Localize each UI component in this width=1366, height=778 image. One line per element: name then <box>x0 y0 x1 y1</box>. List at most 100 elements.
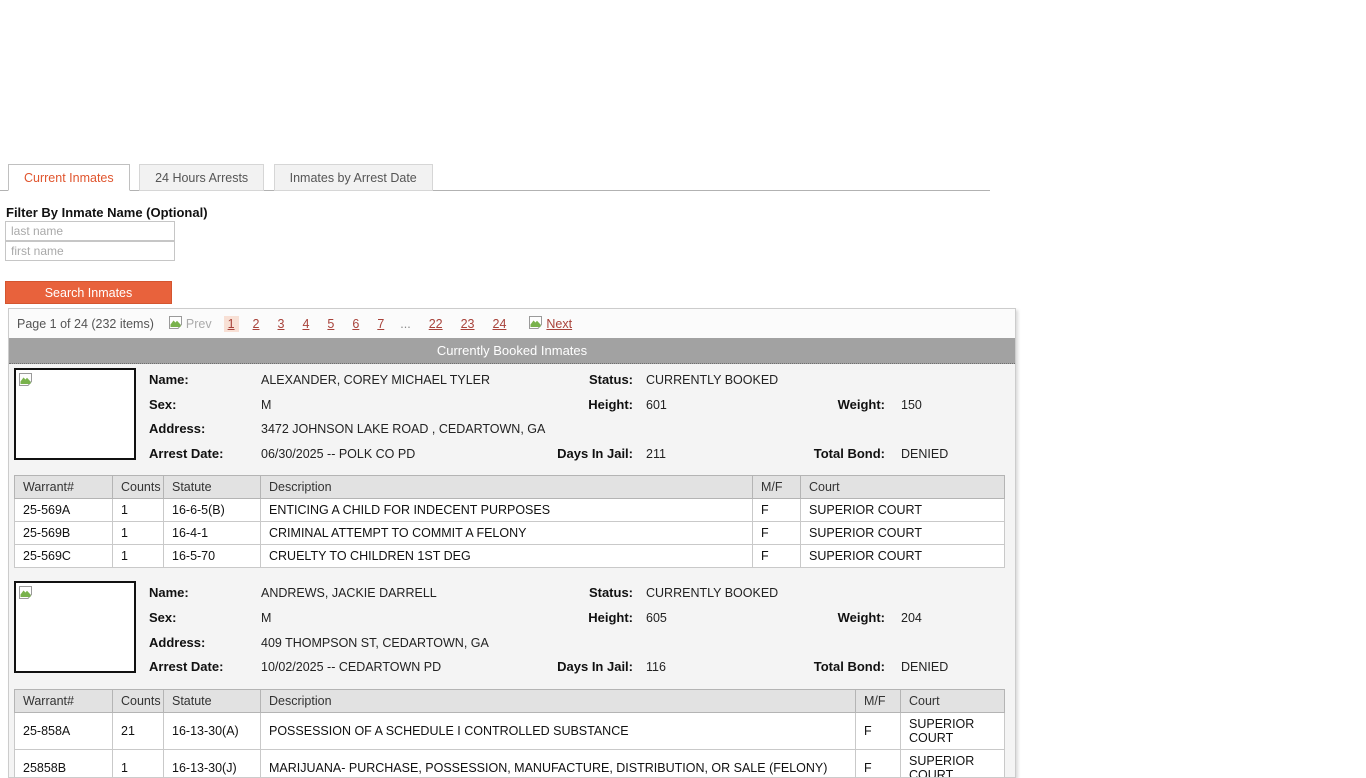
inmate-name: ALEXANDER, COREY MICHAEL TYLER <box>261 368 546 393</box>
name-label: Name: <box>149 368 261 393</box>
counts-cell: 1 <box>113 522 164 545</box>
sex-label: Sex: <box>149 393 261 418</box>
charge-row: 25858B 1 16-13-30(J) MARIJUANA- PURCHASE… <box>15 749 1005 778</box>
inmate-arrest-date: 06/30/2025 -- POLK CO PD <box>261 442 546 467</box>
address-label: Address: <box>149 417 261 442</box>
charges-header-row: Warrant# Counts Statute Description M/F … <box>15 689 1005 712</box>
height-label: Height: <box>546 606 633 631</box>
description-cell: CRIMINAL ATTEMPT TO COMMIT A FELONY <box>261 522 753 545</box>
page-link-4[interactable]: 4 <box>298 316 313 332</box>
page-link-6[interactable]: 6 <box>348 316 363 332</box>
inmate-days-in-jail: 116 <box>633 655 811 680</box>
inmate-arrest-date: 10/02/2025 -- CEDARTOWN PD <box>261 655 546 680</box>
days-in-jail-label: Days In Jail: <box>546 442 633 467</box>
page-link-1[interactable]: 1 <box>224 316 239 332</box>
inmate-status: CURRENTLY BOOKED <box>633 581 1011 606</box>
mf-header: M/F <box>856 689 901 712</box>
height-label: Height: <box>546 393 633 418</box>
statute-header: Statute <box>164 689 261 712</box>
total-bond-label: Total Bond: <box>811 655 885 680</box>
sex-label: Sex: <box>149 606 261 631</box>
broken-image-icon <box>528 315 545 333</box>
inmate-weight: 150 <box>885 393 1011 418</box>
page-link-3[interactable]: 3 <box>274 316 289 332</box>
arrest-date-label: Arrest Date: <box>149 655 261 680</box>
warrant-cell: 25858B <box>15 749 113 778</box>
weight-label: Weight: <box>811 393 885 418</box>
inmates-grid-panel: Page 1 of 24 (232 items) Prev 1 2 3 4 5 … <box>8 308 1016 778</box>
tab-current-inmates[interactable]: Current Inmates <box>8 164 130 191</box>
charges-header-row: Warrant# Counts Statute Description M/F … <box>15 476 1005 499</box>
status-label: Status: <box>546 368 633 393</box>
charge-row: 25-858A 21 16-13-30(A) POSSESSION OF A S… <box>15 712 1005 749</box>
page-link-2[interactable]: 2 <box>249 316 264 332</box>
statute-cell: 16-6-5(B) <box>164 499 261 522</box>
inmate-photo <box>14 368 136 460</box>
charge-row: 25-569A 1 16-6-5(B) ENTICING A CHILD FOR… <box>15 499 1005 522</box>
search-inmates-button[interactable]: Search Inmates <box>5 281 172 304</box>
tab-24-hours-arrests[interactable]: 24 Hours Arrests <box>139 164 264 191</box>
inmate-record: Name: ALEXANDER, COREY MICHAEL TYLER Sta… <box>9 364 1015 568</box>
inmate-info: Name: ALEXANDER, COREY MICHAEL TYLER Sta… <box>149 368 1011 466</box>
inmate-info: Name: ANDREWS, JACKIE DARRELL Status: CU… <box>149 581 1011 679</box>
page-link-7[interactable]: 7 <box>373 316 388 332</box>
broken-image-icon <box>18 372 35 392</box>
last-name-input[interactable] <box>5 221 175 241</box>
inmate-sex: M <box>261 606 546 631</box>
inmate-name: ANDREWS, JACKIE DARRELL <box>261 581 546 606</box>
counts-cell: 1 <box>113 545 164 568</box>
name-label: Name: <box>149 581 261 606</box>
inmate-photo <box>14 581 136 673</box>
court-cell: SUPERIOR COURT <box>801 545 1005 568</box>
statute-cell: 16-5-70 <box>164 545 261 568</box>
mf-cell: F <box>753 499 801 522</box>
counts-header: Counts <box>113 476 164 499</box>
court-cell: SUPERIOR COURT <box>801 522 1005 545</box>
next-page-link[interactable]: Next <box>546 317 572 331</box>
statute-cell: 16-4-1 <box>164 522 261 545</box>
page-link-22[interactable]: 22 <box>425 316 447 332</box>
status-label: Status: <box>546 581 633 606</box>
description-cell: ENTICING A CHILD FOR INDECENT PURPOSES <box>261 499 753 522</box>
counts-cell: 1 <box>113 749 164 778</box>
warrant-header: Warrant# <box>15 689 113 712</box>
mf-cell: F <box>856 749 901 778</box>
counts-cell: 21 <box>113 712 164 749</box>
page-link-24[interactable]: 24 <box>489 316 511 332</box>
description-cell: CRUELTY TO CHILDREN 1ST DEG <box>261 545 753 568</box>
description-cell: POSSESSION OF A SCHEDULE I CONTROLLED SU… <box>261 712 856 749</box>
filter-by-name-label: Filter By Inmate Name (Optional) <box>6 205 208 220</box>
inmate-weight: 204 <box>885 606 1011 631</box>
court-header: Court <box>901 689 1005 712</box>
page-link-23[interactable]: 23 <box>457 316 479 332</box>
first-name-input[interactable] <box>5 241 175 261</box>
mf-header: M/F <box>753 476 801 499</box>
warrant-cell: 25-858A <box>15 712 113 749</box>
description-cell: MARIJUANA- PURCHASE, POSSESSION, MANUFAC… <box>261 749 856 778</box>
page-link-5[interactable]: 5 <box>323 316 338 332</box>
weight-label: Weight: <box>811 606 885 631</box>
grid-title: Currently Booked Inmates <box>9 338 1015 364</box>
tab-inmates-by-arrest-date[interactable]: Inmates by Arrest Date <box>274 164 433 191</box>
inmate-address: 3472 JOHNSON LAKE ROAD , CEDARTOWN, GA <box>261 417 1011 442</box>
court-cell: SUPERIOR COURT <box>901 712 1005 749</box>
mf-cell: F <box>753 522 801 545</box>
total-bond-label: Total Bond: <box>811 442 885 467</box>
warrant-cell: 25-569C <box>15 545 113 568</box>
statute-header: Statute <box>164 476 261 499</box>
broken-image-icon <box>18 585 35 605</box>
inmate-sex: M <box>261 393 546 418</box>
court-cell: SUPERIOR COURT <box>801 499 1005 522</box>
tab-strip: Current Inmates 24 Hours Arrests Inmates… <box>0 163 990 191</box>
inmate-record: Name: ANDREWS, JACKIE DARRELL Status: CU… <box>9 577 1015 778</box>
broken-image-icon <box>168 315 185 333</box>
inmate-height: 605 <box>633 606 811 631</box>
counts-header: Counts <box>113 689 164 712</box>
inmate-total-bond: DENIED <box>885 442 1011 467</box>
court-header: Court <box>801 476 1005 499</box>
mf-cell: F <box>753 545 801 568</box>
court-cell: SUPERIOR COURT <box>901 749 1005 778</box>
charges-table: Warrant# Counts Statute Description M/F … <box>14 475 1005 568</box>
arrest-date-label: Arrest Date: <box>149 442 261 467</box>
warrant-cell: 25-569A <box>15 499 113 522</box>
